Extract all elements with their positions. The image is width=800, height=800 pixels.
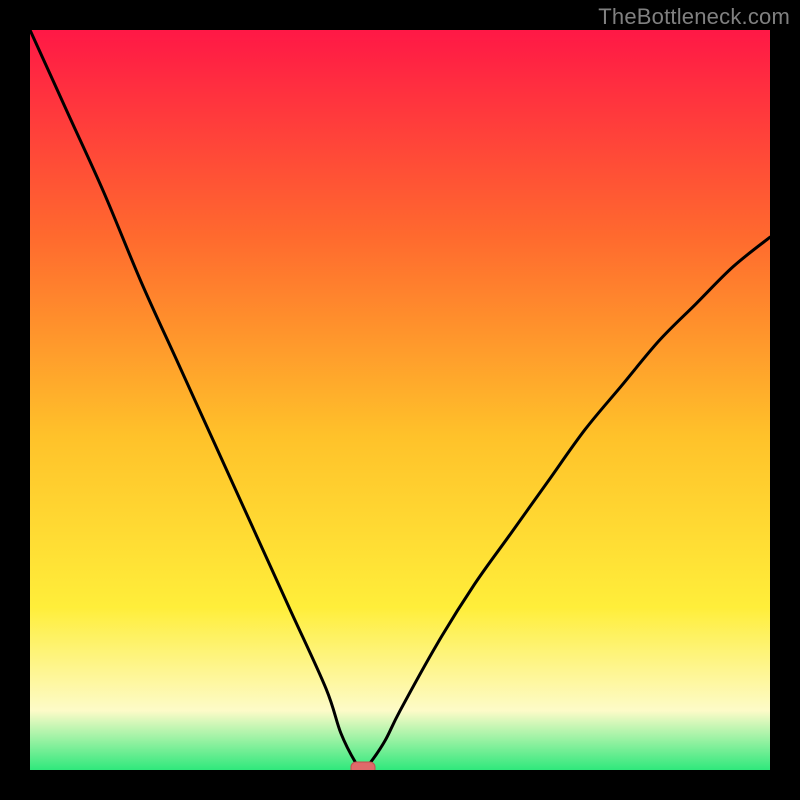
minimum-marker bbox=[351, 762, 375, 770]
chart-svg bbox=[30, 30, 770, 770]
watermark-text: TheBottleneck.com bbox=[598, 4, 790, 30]
plot-area bbox=[30, 30, 770, 770]
chart-frame: TheBottleneck.com bbox=[0, 0, 800, 800]
gradient-background bbox=[30, 30, 770, 770]
